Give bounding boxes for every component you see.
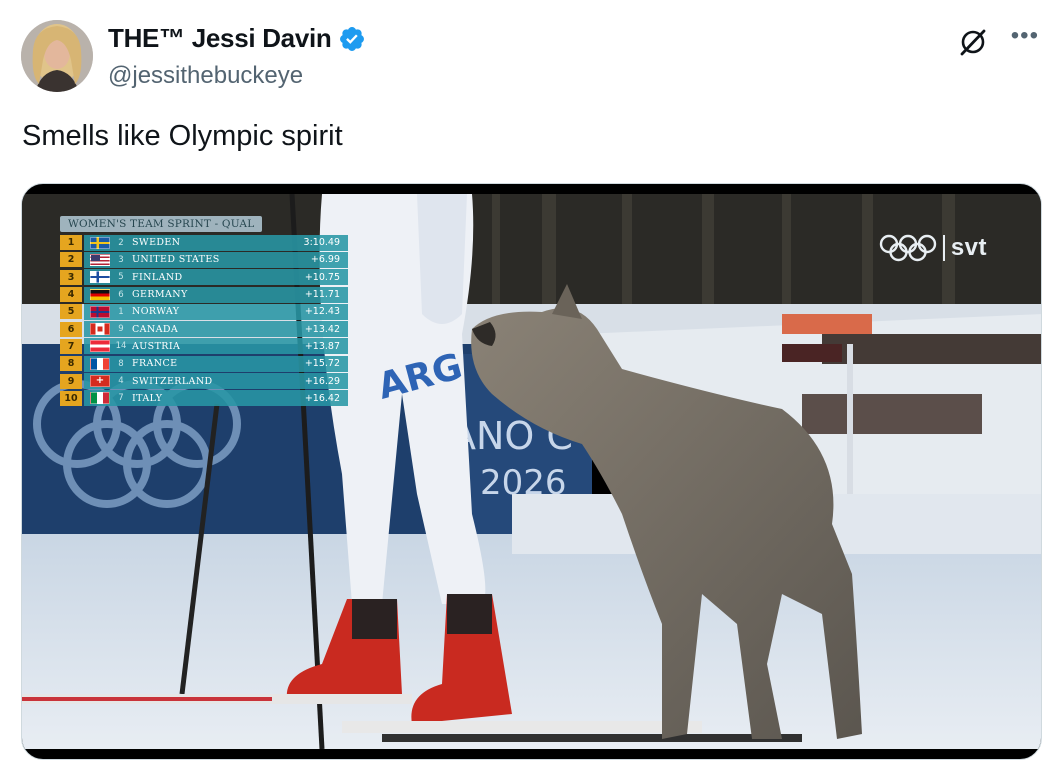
scoreboard-rank: 1 (60, 235, 82, 251)
scoreboard-country: NORWAY (132, 306, 180, 318)
tweet-header: THE™ Jessi Davin @jessithebuckeye ••• (21, 20, 1041, 94)
scoreboard-bib: 3 (118, 254, 124, 265)
scoreboard-row: 9 +4 SWITZERLAND +16.29 (58, 372, 348, 390)
usa-flag-icon (90, 253, 110, 266)
canada-flag-icon (90, 323, 110, 336)
scoreboard-country: SWITZERLAND (132, 375, 213, 387)
scoreboard-row-body: 14 AUSTRIA +13.87 (84, 338, 348, 355)
scoreboard-bib: 4 (118, 376, 124, 387)
scoreboard-country: FINLAND (132, 271, 183, 283)
scoreboard-row-body: 1 NORWAY +12.43 (84, 303, 348, 320)
scoreboard-row-body: +4 SWITZERLAND +16.29 (84, 373, 348, 390)
svt-logo-text: svt (950, 234, 987, 261)
avatar[interactable] (21, 20, 93, 92)
scoreboard-row: 6 9 CANADA +13.42 (58, 320, 348, 338)
scoreboard-bib: 6 (118, 289, 124, 300)
scoreboard-rank: 4 (60, 287, 82, 303)
video-player[interactable]: ANO C 2026 ARG WOMEN'S TEAM SPRINT - QUA… (21, 183, 1042, 760)
scoreboard-country: UNITED STATES (132, 254, 220, 266)
germany-flag-icon (90, 288, 110, 301)
scoreboard-row: 7 14 AUSTRIA +13.87 (58, 338, 348, 355)
austria-flag-icon (90, 340, 110, 353)
finland-flag-icon (90, 271, 110, 284)
scoreboard-row: 4 6 GERMANY +11.71 (58, 286, 348, 303)
scoreboard-row-body: 9 CANADA +13.42 (84, 321, 348, 338)
user-handle[interactable]: @jessithebuckeye (108, 62, 303, 90)
scoreboard-row-body: 2 SWEDEN 3:10.49 (84, 234, 348, 251)
scoreboard-rank: 3 (60, 269, 82, 285)
norway-flag-icon (90, 305, 110, 318)
scoreboard-row: 2 3 UNITED STATES +6.99 (58, 251, 348, 268)
scoreboard-country: SWEDEN (132, 237, 181, 249)
scoreboard-row: 5 1 NORWAY +12.43 (58, 303, 348, 320)
scoreboard-bib: 1 (118, 306, 124, 317)
scoreboard-row: 1 2 SWEDEN 3:10.49 (58, 234, 348, 251)
scoreboard-time: +16.42 (304, 392, 340, 404)
scoreboard-rank: 7 (60, 338, 82, 354)
scoreboard-rows: 1 2 SWEDEN 3:10.49 2 3 UNITED STATES +6.99 3 5 FIN… (58, 234, 348, 407)
scoreboard-overlay: WOMEN'S TEAM SPRINT - QUAL 1 2 SWEDEN 3:10.… (58, 212, 348, 407)
sweden-flag-icon (90, 236, 110, 249)
scoreboard-time: +11.71 (304, 289, 340, 301)
scoreboard-row-body: 8 FRANCE +15.72 (84, 355, 348, 372)
scoreboard-bib: 7 (118, 393, 124, 404)
broadcaster-logo: svt (879, 234, 987, 262)
logo-divider (942, 235, 945, 261)
scoreboard-country: AUSTRIA (132, 340, 181, 352)
scoreboard-rank: 6 (60, 321, 82, 337)
scoreboard-row-body: 7 ITALY +16.42 (84, 390, 348, 407)
scoreboard-bib: 14 (115, 341, 127, 352)
top-actions: ••• (957, 24, 1039, 58)
switzerland-flag-icon: + (90, 375, 110, 388)
scoreboard-bib: 2 (118, 237, 124, 248)
scoreboard-row-body: 6 GERMANY +11.71 (84, 286, 348, 303)
scoreboard-row-body: 5 FINLAND +10.75 (84, 269, 348, 286)
scoreboard-time: +13.87 (304, 340, 340, 352)
verified-badge-icon[interactable] (338, 25, 366, 53)
scoreboard-row: 8 8 FRANCE +15.72 (58, 355, 348, 372)
scoreboard-country: CANADA (132, 323, 179, 335)
scoreboard-rank: 2 (60, 252, 82, 268)
scoreboard-rank: 5 (60, 304, 82, 320)
avatar-image (21, 20, 93, 92)
scoreboard-time: +10.75 (304, 271, 340, 283)
grok-icon[interactable] (957, 26, 989, 58)
scoreboard-country: FRANCE (132, 358, 178, 370)
olympic-rings-icon (879, 234, 937, 262)
scoreboard-row: 3 5 FINLAND +10.75 (58, 269, 348, 286)
scoreboard-rank: 9 (60, 373, 82, 389)
scoreboard-bib: 5 (118, 272, 124, 283)
scoreboard-time: +12.43 (304, 306, 340, 318)
scoreboard-time: +16.29 (304, 375, 340, 387)
scoreboard-bib: 9 (118, 324, 124, 335)
display-name[interactable]: THE™ Jessi Davin (108, 23, 332, 54)
more-options-icon[interactable]: ••• (1011, 24, 1039, 48)
italy-flag-icon (90, 392, 110, 405)
video-frame[interactable]: ANO C 2026 ARG WOMEN'S TEAM SPRINT - QUA… (22, 194, 1041, 749)
scoreboard-bib: 8 (118, 358, 124, 369)
scoreboard-country: ITALY (132, 392, 163, 404)
scoreboard-rank: 8 (60, 356, 82, 372)
scoreboard-time: +13.42 (304, 323, 340, 335)
scoreboard-country: GERMANY (132, 289, 188, 301)
scoreboard-row-body: 3 UNITED STATES +6.99 (84, 251, 348, 268)
scoreboard-time: +15.72 (304, 358, 340, 370)
scoreboard-time: +6.99 (310, 254, 340, 266)
scoreboard-row: 10 7 ITALY +16.42 (58, 390, 348, 407)
tweet-text: Smells like Olympic spirit (22, 120, 343, 152)
scoreboard-title: WOMEN'S TEAM SPRINT - QUAL (60, 216, 263, 232)
name-row: THE™ Jessi Davin (108, 23, 366, 54)
france-flag-icon (90, 357, 110, 370)
scoreboard-time: 3:10.49 (303, 237, 340, 249)
scoreboard-rank: 10 (60, 390, 82, 406)
